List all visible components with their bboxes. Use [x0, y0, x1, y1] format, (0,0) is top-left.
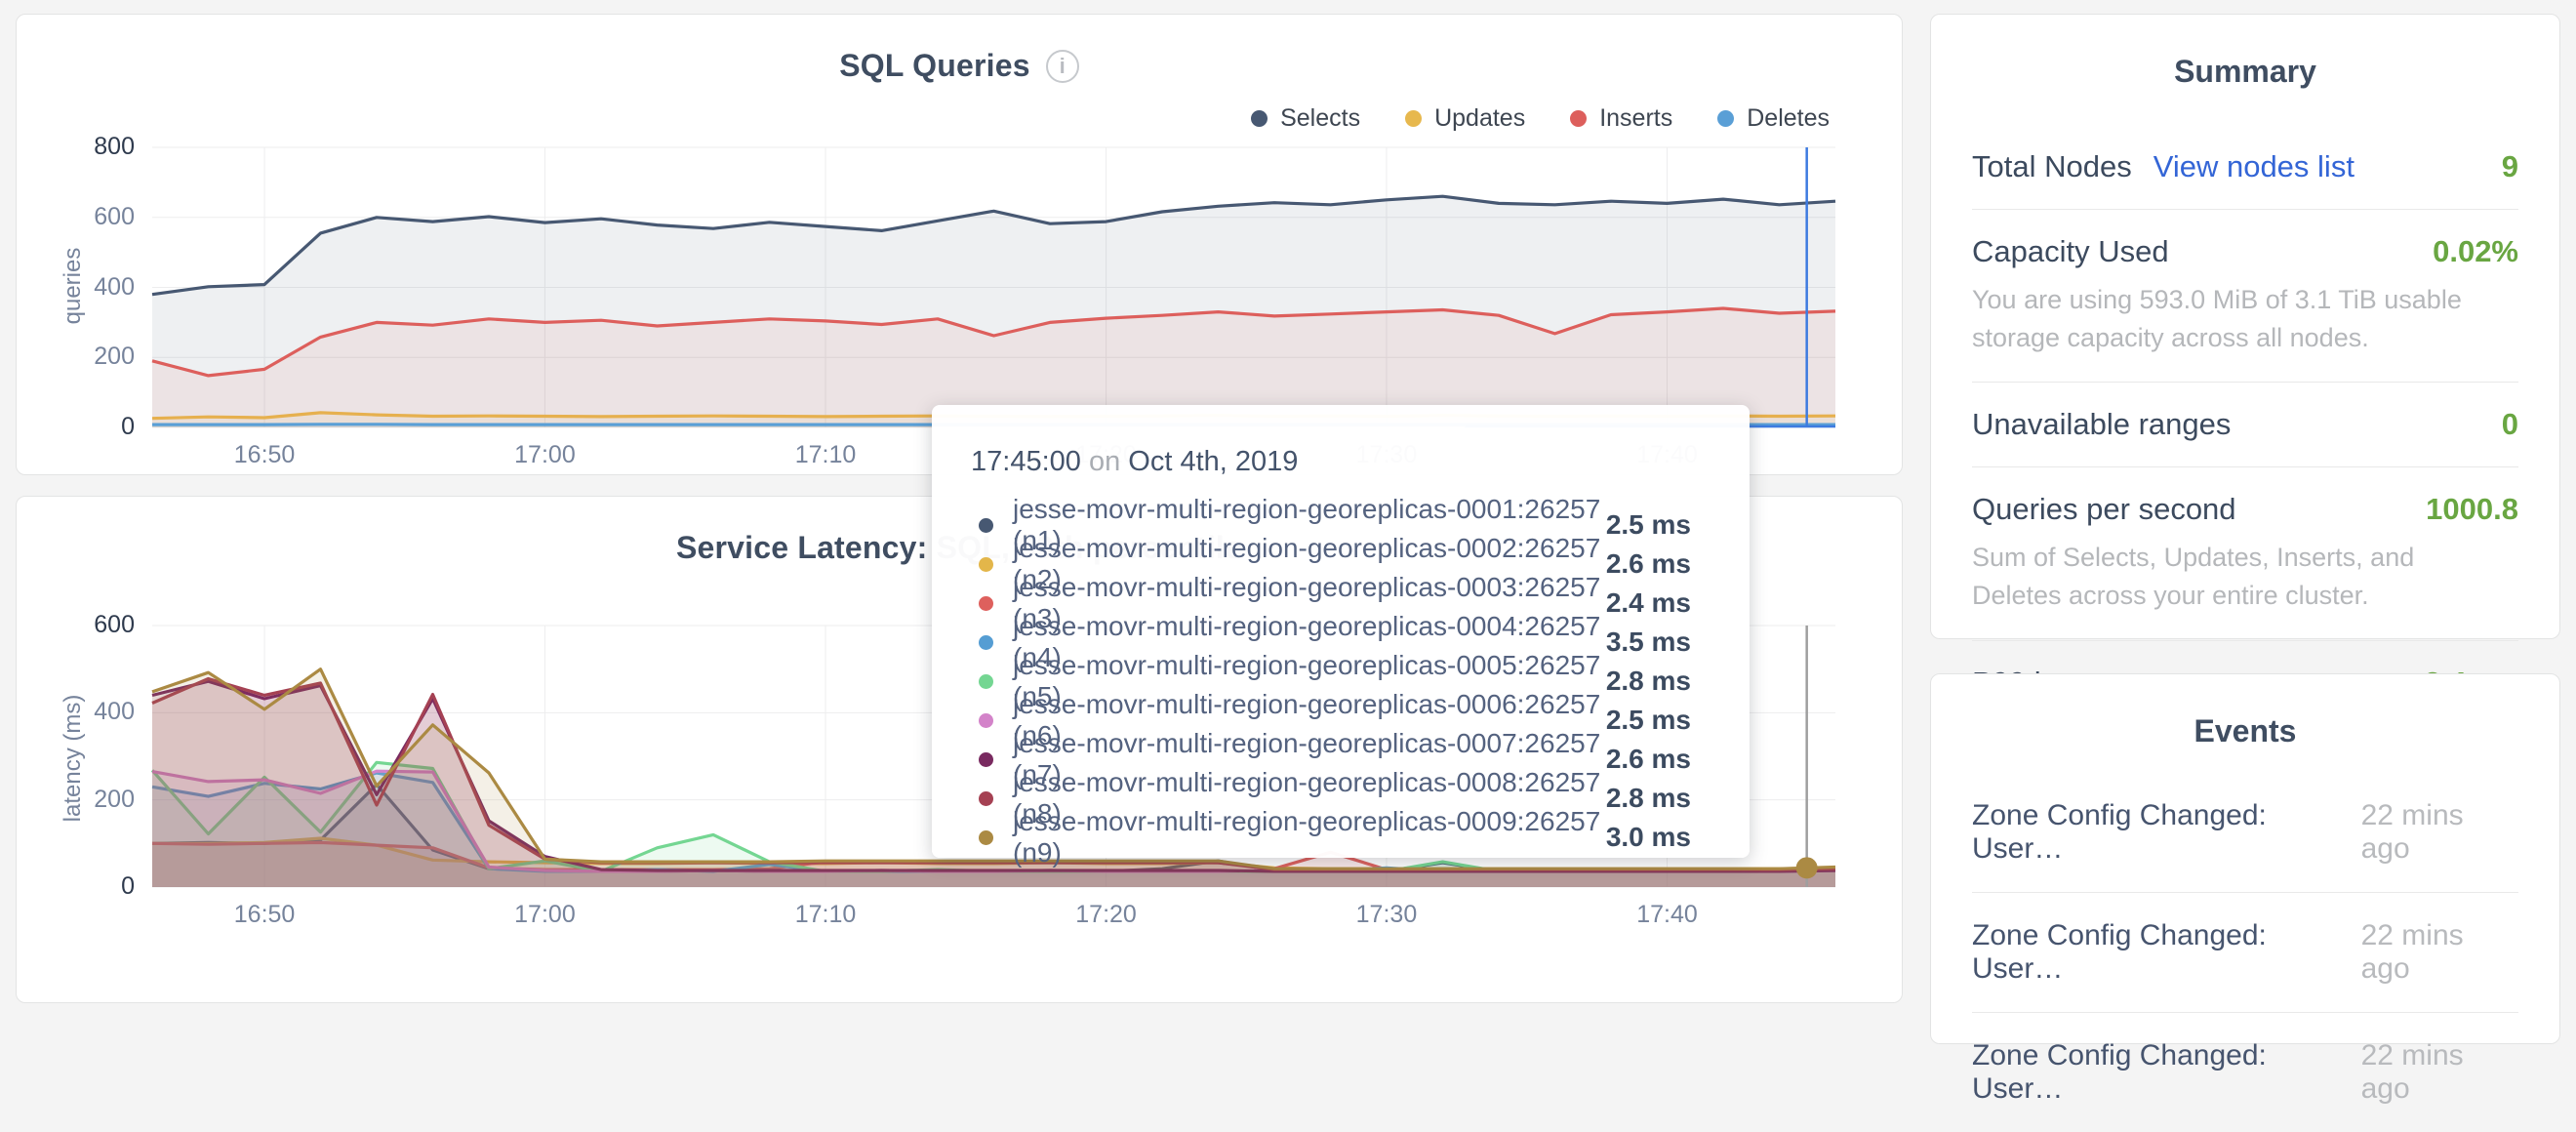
x-tick-label: 17:00	[476, 441, 613, 469]
tooltip-date: Oct 4th, 2019	[1128, 446, 1298, 477]
event-time: 22 mins ago	[2361, 919, 2518, 986]
x-tick-label: 17:30	[1318, 901, 1455, 929]
row-label: Unavailable ranges	[1972, 407, 2231, 442]
event-row[interactable]: Zone Config Changed: User… 22 mins ago	[1972, 893, 2518, 1013]
node-latency: 2.6 ms	[1606, 548, 1691, 580]
row-value: 0	[2502, 407, 2518, 442]
summary-row-total-nodes: Total Nodes View nodes list 9	[1972, 125, 2518, 210]
y-tick-label: 0	[37, 413, 135, 441]
node-latency: 3.0 ms	[1606, 822, 1691, 853]
summary-title: Summary	[1931, 54, 2559, 90]
deletes-dot-icon	[1717, 110, 1734, 127]
x-tick-label: 17:10	[757, 441, 894, 469]
legend-label: Inserts	[1599, 104, 1672, 133]
series-dot-icon	[979, 830, 993, 845]
summary-row-unavailable-ranges: Unavailable ranges 0	[1972, 383, 2518, 467]
y-tick-label: 400	[37, 698, 135, 726]
tooltip-rows: jesse-movr-multi-region-georeplicas-0001…	[971, 505, 1707, 857]
legend-item-updates[interactable]: Updates	[1405, 104, 1525, 133]
legend-item-deletes[interactable]: Deletes	[1717, 104, 1830, 133]
hover-marker	[1796, 857, 1818, 878]
series-dot-icon	[979, 635, 993, 650]
chart-hover-tooltip: 17:45:00 on Oct 4th, 2019 jesse-movr-mul…	[932, 405, 1750, 858]
row-value: 0.02%	[2433, 234, 2518, 269]
row-subtext: Sum of Selects, Updates, Inserts, and De…	[1972, 539, 2499, 615]
y-tick-label: 800	[37, 133, 135, 161]
y-tick-label: 200	[37, 786, 135, 814]
series-dot-icon	[979, 518, 993, 533]
sql-queries-canvas[interactable]	[152, 147, 1835, 427]
tooltip-time: 17:45:00	[971, 446, 1081, 477]
sql-queries-title-row: SQL Queries i	[17, 48, 1902, 84]
x-tick-label: 17:10	[757, 901, 894, 929]
events-rows: Zone Config Changed: User… 22 mins ago Z…	[1931, 773, 2559, 1132]
event-row[interactable]: Zone Config Changed: User… 22 mins ago	[1972, 1013, 2518, 1132]
node-latency: 2.6 ms	[1606, 744, 1691, 775]
row-label: Total Nodes	[1972, 149, 2132, 184]
series-dot-icon	[979, 791, 993, 806]
y-tick-label: 200	[37, 343, 135, 371]
row-value: 9	[2502, 149, 2518, 184]
events-title: Events	[1931, 713, 2559, 749]
node-latency: 2.8 ms	[1606, 783, 1691, 814]
tooltip-sep: on	[1089, 446, 1120, 477]
node-latency: 2.8 ms	[1606, 666, 1691, 697]
event-time: 22 mins ago	[2361, 799, 2518, 866]
sql-queries-title: SQL Queries	[839, 48, 1029, 84]
x-tick-label: 16:50	[196, 901, 333, 929]
updates-dot-icon	[1405, 110, 1422, 127]
y-tick-label: 400	[37, 273, 135, 302]
node-latency: 2.4 ms	[1606, 587, 1691, 619]
series-dot-icon	[979, 674, 993, 689]
summary-panel: Summary Total Nodes View nodes list 9 Ca…	[1930, 14, 2560, 639]
y-tick-label: 600	[37, 203, 135, 231]
x-tick-label: 16:50	[196, 441, 333, 469]
y-tick-label: 0	[37, 872, 135, 901]
cluster-overview-page: { "chart_data": [ { "id": "sql-queries",…	[0, 0, 2576, 974]
row-label: Capacity Used	[1972, 234, 2169, 269]
legend-label: Selects	[1280, 104, 1360, 133]
row-subtext: You are using 593.0 MiB of 3.1 TiB usabl…	[1972, 281, 2499, 357]
selects-dot-icon	[1251, 110, 1268, 127]
tooltip-row: jesse-movr-multi-region-georeplicas-0009…	[971, 818, 1707, 857]
x-tick-label: 17:40	[1599, 901, 1736, 929]
events-panel: Events Zone Config Changed: User… 22 min…	[1930, 673, 2560, 1044]
summary-row-capacity-used: Capacity Used 0.02% You are using 593.0 …	[1972, 210, 2518, 383]
legend-label: Updates	[1434, 104, 1525, 133]
series-dot-icon	[979, 713, 993, 728]
event-text: Zone Config Changed: User…	[1972, 1039, 2361, 1106]
summary-row-queries-per-second: Queries per second 1000.8 Sum of Selects…	[1972, 467, 2518, 640]
series-dot-icon	[979, 557, 993, 572]
sql-queries-legend: Selects Updates Inserts Deletes	[1251, 104, 1830, 133]
summary-rows: Total Nodes View nodes list 9 Capacity U…	[1931, 125, 2559, 725]
event-row[interactable]: Zone Config Changed: User… 22 mins ago	[1972, 773, 2518, 893]
legend-item-selects[interactable]: Selects	[1251, 104, 1360, 133]
legend-label: Deletes	[1747, 104, 1830, 133]
y-tick-label: 600	[37, 611, 135, 639]
node-latency: 2.5 ms	[1606, 509, 1691, 541]
inserts-dot-icon	[1570, 110, 1587, 127]
node-name: jesse-movr-multi-region-georeplicas-0009…	[1013, 806, 1606, 869]
event-text: Zone Config Changed: User…	[1972, 919, 2361, 986]
series-dot-icon	[979, 752, 993, 767]
legend-item-inserts[interactable]: Inserts	[1570, 104, 1672, 133]
event-text: Zone Config Changed: User…	[1972, 799, 2361, 866]
x-tick-label: 17:20	[1038, 901, 1175, 929]
row-label: Queries per second	[1972, 492, 2236, 527]
info-icon[interactable]: i	[1046, 50, 1079, 83]
tooltip-timestamp: 17:45:00 on Oct 4th, 2019	[971, 446, 1707, 478]
x-tick-label: 17:00	[476, 901, 613, 929]
node-latency: 2.5 ms	[1606, 705, 1691, 736]
series-dot-icon	[979, 596, 993, 611]
row-value: 1000.8	[2426, 492, 2518, 527]
view-nodes-list-link[interactable]: View nodes list	[2153, 149, 2355, 184]
sql-queries-chart[interactable]: 020040060080016:5017:0017:1017:2017:3017…	[152, 147, 1835, 427]
node-latency: 3.5 ms	[1606, 627, 1691, 658]
event-time: 22 mins ago	[2361, 1039, 2518, 1106]
